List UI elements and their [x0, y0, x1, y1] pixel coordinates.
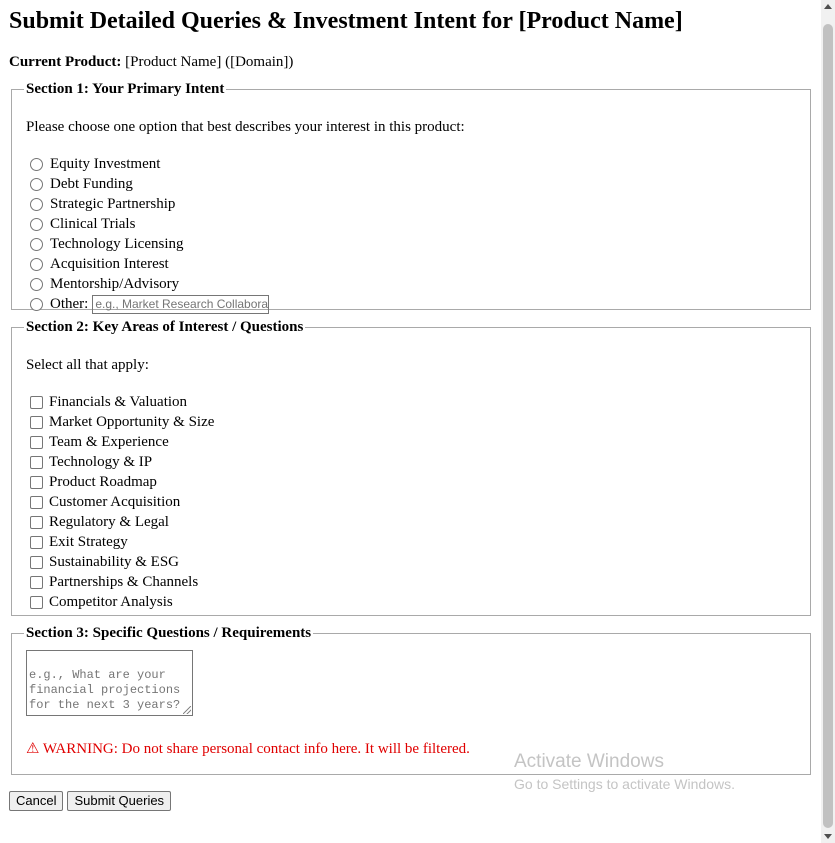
checkbox[interactable] — [30, 515, 43, 529]
current-product-value: [Product Name] ([Domain]) — [125, 54, 294, 70]
checkbox-label: Competitor Analysis — [49, 594, 173, 610]
checkbox[interactable] — [30, 435, 43, 449]
checkbox-label: Regulatory & Legal — [49, 514, 169, 530]
checkbox-option-partnerships-channels[interactable]: Partnerships & Channels — [26, 572, 796, 592]
radio-button[interactable] — [30, 197, 43, 211]
section2-instruction: Select all that apply: — [26, 357, 149, 373]
checkbox-label: Market Opportunity & Size — [49, 414, 215, 430]
submit-queries-button[interactable]: Submit Queries — [67, 791, 172, 811]
radio-option-technology-licensing[interactable]: Technology Licensing — [26, 234, 796, 254]
checkbox[interactable] — [30, 575, 43, 589]
radio-option-debt-funding[interactable]: Debt Funding — [26, 174, 796, 194]
other-intent-input[interactable]: e.g., Market Research Collaboration — [92, 294, 270, 314]
scroll-down-arrow-icon[interactable] — [824, 834, 832, 839]
section1-instruction: Please choose one option that best descr… — [26, 119, 465, 135]
checkbox-label: Financials & Valuation — [49, 394, 188, 410]
checkbox-option-regulatory-legal[interactable]: Regulatory & Legal — [26, 512, 796, 532]
cancel-button[interactable]: Cancel — [9, 791, 64, 811]
radio-label: Strategic Partnership — [50, 196, 176, 212]
section-primary-intent: Section 1: Your Primary Intent Please ch… — [11, 81, 811, 314]
checkbox-label: Team & Experience — [49, 434, 169, 450]
textarea-placeholder: e.g., What are your financial projection… — [29, 668, 181, 712]
resize-handle[interactable] — [183, 706, 191, 714]
checkbox[interactable] — [30, 455, 43, 469]
scrollbar-thumb[interactable] — [823, 24, 833, 828]
section1-legend: Section 1: Your Primary Intent — [26, 81, 225, 97]
radio-label: Equity Investment — [50, 156, 161, 172]
checkbox-option-sustainability-esg[interactable]: Sustainability & ESG — [26, 552, 796, 572]
section-key-areas: Section 2: Key Areas of Interest / Quest… — [11, 319, 811, 616]
vertical-scrollbar[interactable] — [821, 0, 835, 843]
contact-info-warning: ⚠ WARNING: Do not share personal contact… — [26, 741, 470, 757]
radio-label: Acquisition Interest — [50, 256, 169, 272]
radio-label: Technology Licensing — [50, 236, 184, 252]
radio-button[interactable] — [30, 217, 43, 231]
checkbox-option-customer-acquisition[interactable]: Customer Acquisition — [26, 492, 796, 512]
checkbox[interactable] — [30, 475, 43, 489]
radio-button[interactable] — [30, 177, 43, 191]
form-page: Submit Detailed Queries & Investment Int… — [0, 0, 820, 843]
section2-legend: Section 2: Key Areas of Interest / Quest… — [26, 319, 304, 335]
radio-button[interactable] — [30, 237, 43, 251]
checkbox-label: Partnerships & Channels — [49, 574, 199, 590]
checkbox[interactable] — [30, 495, 43, 509]
radio-label: Other: — [50, 296, 89, 312]
radio-option-mentorship-advisory[interactable]: Mentorship/Advisory — [26, 274, 796, 294]
current-product-label: Current Product: — [9, 54, 122, 70]
radio-option-clinical-trials[interactable]: Clinical Trials — [26, 214, 796, 234]
radio-button[interactable] — [30, 157, 43, 171]
radio-option-strategic-partnership[interactable]: Strategic Partnership — [26, 194, 796, 214]
radio-option-equity-investment[interactable]: Equity Investment — [26, 154, 796, 174]
checkbox-label: Exit Strategy — [49, 534, 128, 550]
checkbox[interactable] — [30, 395, 43, 409]
checkbox-option-financials[interactable]: Financials & Valuation — [26, 392, 796, 412]
radio-button[interactable] — [30, 257, 43, 271]
form-actions: Cancel Submit Queries — [9, 791, 820, 811]
radio-option-acquisition-interest[interactable]: Acquisition Interest — [26, 254, 796, 274]
radio-label: Debt Funding — [50, 176, 133, 192]
specific-questions-textarea[interactable]: e.g., What are your financial projection… — [26, 650, 193, 716]
checkbox-label: Product Roadmap — [49, 474, 157, 490]
checkbox-option-exit-strategy[interactable]: Exit Strategy — [26, 532, 796, 552]
checkbox-option-product-roadmap[interactable]: Product Roadmap — [26, 472, 796, 492]
checkbox[interactable] — [30, 595, 43, 609]
radio-label: Clinical Trials — [50, 216, 136, 232]
radio-button[interactable] — [30, 277, 43, 291]
page-title: Submit Detailed Queries & Investment Int… — [9, 8, 683, 34]
checkbox-option-technology-ip[interactable]: Technology & IP — [26, 452, 796, 472]
checkbox-label: Technology & IP — [49, 454, 153, 470]
checkbox-label: Sustainability & ESG — [49, 554, 180, 570]
checkbox-option-market-opportunity[interactable]: Market Opportunity & Size — [26, 412, 796, 432]
radio-button[interactable] — [30, 297, 43, 311]
checkbox[interactable] — [30, 535, 43, 549]
scroll-up-arrow-icon[interactable] — [824, 4, 832, 9]
checkbox-option-competitor-analysis[interactable]: Competitor Analysis — [26, 592, 796, 612]
checkbox-option-team[interactable]: Team & Experience — [26, 432, 796, 452]
section-specific-questions: Section 3: Specific Questions / Requirem… — [11, 625, 811, 775]
checkbox-label: Customer Acquisition — [49, 494, 181, 510]
section3-legend: Section 3: Specific Questions / Requirem… — [26, 625, 312, 641]
checkbox[interactable] — [30, 555, 43, 569]
current-product-line: Current Product: [Product Name] ([Domain… — [9, 53, 820, 71]
radio-option-other[interactable]: Other: e.g., Market Research Collaborati… — [26, 294, 796, 314]
radio-label: Mentorship/Advisory — [50, 276, 180, 292]
checkbox[interactable] — [30, 415, 43, 429]
